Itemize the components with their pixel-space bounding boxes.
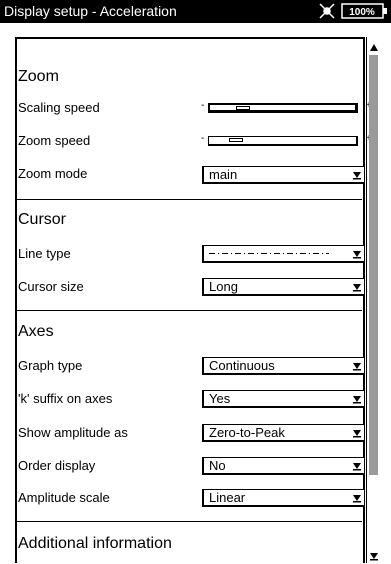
zoom-mode-label: Zoom mode — [18, 166, 88, 181]
section-zoom-title: Zoom — [18, 68, 59, 85]
chevron-down-icon — [353, 363, 361, 371]
window-title: Display setup - Acceleration — [4, 3, 177, 19]
k-suffix-label: 'k' suffix on axes — [18, 391, 113, 406]
cursor-size-select[interactable]: Long — [202, 278, 365, 296]
chevron-down-icon — [353, 251, 361, 259]
title-bar: Display setup - Acceleration 100% — [0, 0, 391, 23]
line-type-select[interactable] — [202, 245, 365, 263]
section-additional-title: Additional information — [18, 535, 172, 552]
divider — [17, 521, 362, 522]
amplitude-scale-select[interactable]: Linear — [202, 489, 365, 507]
section-axes-title: Axes — [18, 323, 54, 340]
chevron-down-icon — [353, 172, 361, 180]
amplitude-scale-label: Amplitude scale — [18, 490, 110, 505]
zoom-speed-thumb[interactable] — [229, 138, 243, 142]
battery-label: 100% — [349, 7, 375, 18]
order-display-select[interactable]: No — [202, 457, 365, 475]
show-amplitude-select[interactable]: Zero-to-Peak — [202, 424, 365, 442]
k-suffix-select[interactable]: Yes — [202, 390, 365, 408]
line-type-label: Line type — [18, 246, 71, 261]
scaling-speed-thumb[interactable] — [236, 106, 250, 110]
dash-dot-line-preview — [209, 253, 329, 254]
scaling-speed-track[interactable] — [208, 103, 358, 113]
divider — [17, 199, 362, 200]
chevron-down-icon — [353, 463, 361, 471]
zoom-speed-label: Zoom speed — [18, 133, 91, 148]
scaling-speed-slider[interactable]: - + — [201, 100, 372, 115]
battery-icon: 100% — [341, 3, 388, 19]
chevron-down-icon — [353, 430, 361, 438]
graph-type-select[interactable]: Continuous — [202, 357, 365, 375]
graph-type-label: Graph type — [18, 358, 83, 373]
zoom-speed-slider[interactable]: - + — [201, 133, 372, 148]
scaling-speed-label: Scaling speed — [18, 100, 100, 115]
section-cursor-title: Cursor — [18, 211, 67, 228]
zoom-speed-track[interactable] — [208, 136, 358, 146]
divider — [17, 310, 362, 311]
chevron-down-icon — [353, 396, 361, 404]
order-display-label: Order display — [18, 458, 96, 473]
vertical-scrollbar[interactable] — [366, 37, 380, 563]
chevron-down-icon — [353, 284, 361, 292]
chevron-down-icon — [353, 495, 361, 503]
scroll-down-icon[interactable] — [369, 551, 379, 561]
cursor-size-label: Cursor size — [18, 279, 84, 294]
scroll-up-icon[interactable] — [369, 43, 379, 53]
show-amplitude-label: Show amplitude as — [18, 425, 128, 440]
zoom-mode-select[interactable]: main — [202, 166, 365, 184]
fan-icon — [319, 3, 335, 19]
scrollbar-thumb[interactable] — [369, 55, 378, 475]
